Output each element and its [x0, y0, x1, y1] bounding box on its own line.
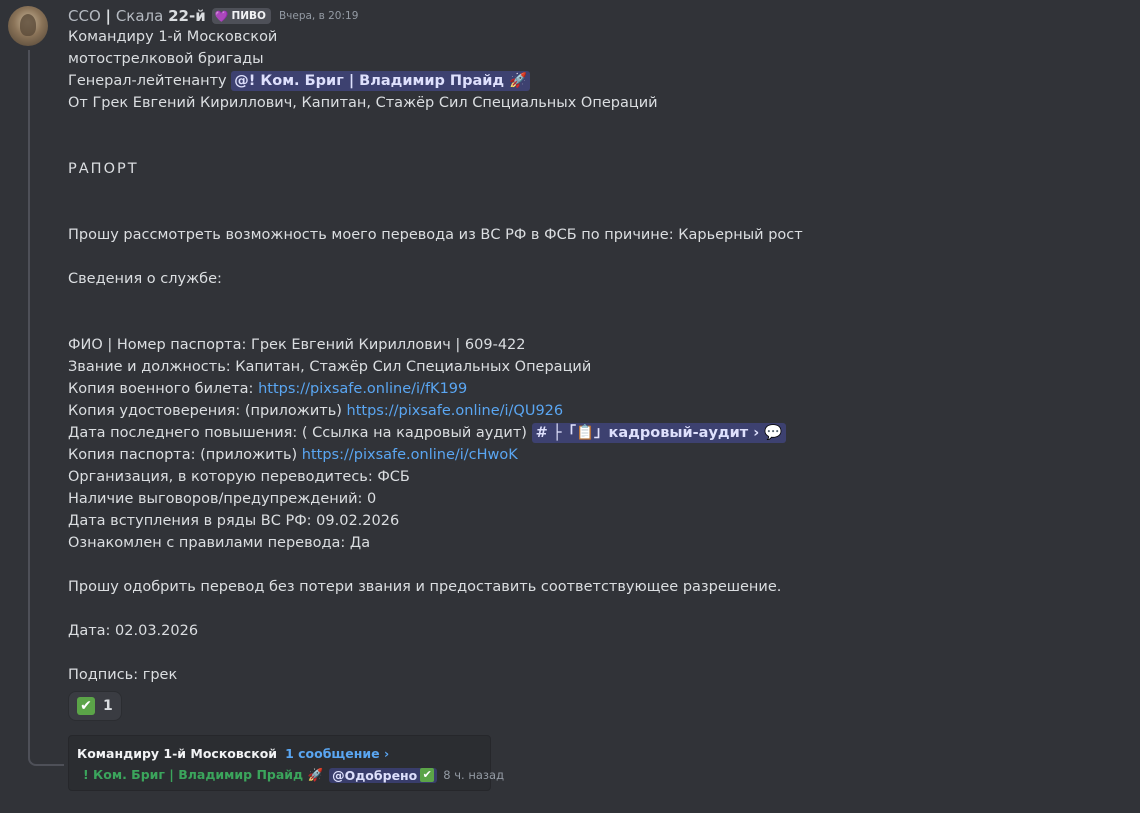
organization-line: Организация, в которую переводитесь: ФСБ: [68, 469, 410, 485]
username-prefix: ССО: [68, 7, 101, 25]
thread-card[interactable]: Командиру 1-й Московской 1 сообщение › !…: [68, 735, 504, 791]
certificate-line: Копия удостоверения: (приложить) https:/…: [68, 400, 1128, 422]
role-mention: @Одобрено ✔: [329, 767, 438, 783]
channel-mention[interactable]: # ├「📋」кадровый-аудит › 💬: [531, 423, 787, 443]
certificate-link[interactable]: https://pixsafe.online/i/QU926: [347, 403, 564, 419]
thread-last-author: ! Ком. Бриг | Владимир Прайд 🚀: [83, 767, 324, 782]
username[interactable]: ССО | Скала 22-й: [68, 7, 206, 25]
promotion-line: Дата последнего повышения: ( Ссылка на к…: [68, 422, 1128, 444]
closing-line: Прошу одобрить перевод без потери звания…: [68, 579, 782, 595]
role-tag-label: ПИВО: [231, 10, 266, 22]
addressee-label: Генерал-лейтенанту: [68, 73, 227, 89]
username-name: Скала: [115, 7, 164, 25]
certificate-label: Копия удостоверения: (приложить): [68, 403, 342, 419]
message-header: ССО | Скала 22-й 💜 ПИВО Вчера, в 20:19: [68, 6, 358, 26]
passport-line: Копия паспорта: (приложить) https://pixs…: [68, 444, 1128, 466]
message-line: Генерал-лейтенанту @! Ком. Бриг | Владим…: [68, 70, 1128, 92]
user-avatar[interactable]: [8, 6, 48, 46]
thread-message-count[interactable]: 1 сообщение ›: [285, 746, 389, 761]
reaction-count: 1: [103, 698, 113, 714]
promotion-label: Дата последнего повышения: ( Ссылка на к…: [68, 425, 527, 441]
passport-label: Копия паспорта: (приложить): [68, 447, 298, 463]
message-timestamp[interactable]: Вчера, в 20:19: [279, 10, 358, 22]
request-line: Прошу рассмотреть возможность моего пере…: [68, 227, 803, 243]
passport-link[interactable]: https://pixsafe.online/i/cHwoK: [302, 447, 518, 463]
military-id-line: Копия военного билета: https://pixsafe.o…: [68, 378, 1128, 400]
message-line: мотострелковой бригады: [68, 51, 264, 67]
message-line: Командиру 1-й Московской: [68, 29, 278, 45]
check-mark-icon: ✔: [77, 697, 95, 715]
thread-title-row: Командиру 1-й Московской 1 сообщение ›: [77, 744, 482, 762]
rules-line: Ознакомлен с правилами перевода: Да: [68, 535, 371, 551]
message-body: Командиру 1-й Московской мотострелковой …: [68, 26, 1128, 686]
check-mark-icon: ✔: [420, 768, 435, 782]
signature-line: Подпись: грек: [68, 667, 178, 683]
thread-name: Командиру 1-й Московской: [77, 745, 278, 761]
user-mention[interactable]: @! Ком. Бриг | Владимир Прайд 🚀: [231, 71, 531, 91]
military-id-label: Копия военного билета:: [68, 381, 254, 397]
service-heading: Сведения о службе:: [68, 271, 222, 287]
heart-icon: 💜: [214, 9, 229, 23]
report-title: РАПОРТ: [68, 161, 139, 177]
reprimands-line: Наличие выговоров/предупреждений: 0: [68, 491, 377, 507]
fio-line: ФИО | Номер паспорта: Грек Евгений Кирил…: [68, 337, 526, 353]
military-id-link[interactable]: https://pixsafe.online/i/fK199: [258, 381, 467, 397]
reaction-button[interactable]: ✔ 1: [68, 691, 122, 721]
username-separator: |: [105, 7, 112, 25]
thread-last-message: ! Ком. Бриг | Владимир Прайд 🚀 @Одобрено…: [77, 766, 504, 784]
thread-connector: [28, 50, 64, 766]
rank-line: Звание и должность: Капитан, Стажёр Сил …: [68, 359, 592, 375]
enlist-date-line: Дата вступления в ряды ВС РФ: 09.02.2026: [68, 513, 400, 529]
thread-last-time: 8 ч. назад: [443, 768, 505, 782]
date-line: Дата: 02.03.2026: [68, 623, 199, 639]
message-line: От Грек Евгений Кириллович, Капитан, Ста…: [68, 95, 658, 111]
username-number: 22-й: [168, 7, 206, 25]
role-tag[interactable]: 💜 ПИВО: [211, 8, 271, 24]
role-mention-label: @Одобрено: [332, 767, 418, 783]
